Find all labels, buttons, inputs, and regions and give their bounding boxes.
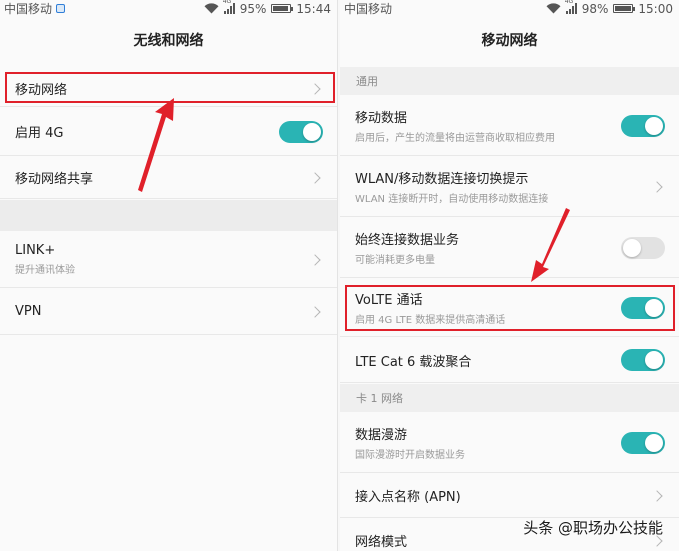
carrier-name: 中国移动 xyxy=(344,2,393,16)
item-title: 始终连接数据业务 xyxy=(355,233,460,248)
volte-call-item: VoLTE 通话 启用 4G LTE 数据来提供高清通话 xyxy=(340,279,679,337)
item-title: 移动数据 xyxy=(355,111,408,126)
wifi-icon xyxy=(546,3,561,14)
item-title: 网络模式 xyxy=(355,535,408,550)
item-title: VPN xyxy=(15,304,42,319)
item-title: 接入点名称 (APN) xyxy=(355,490,461,505)
watermark: 头条 @职场办公技能 xyxy=(523,519,663,537)
battery-icon xyxy=(613,4,636,13)
item-title: 移动网络 xyxy=(15,83,68,98)
item-subtitle: 启用 4G LTE 数据来提供高清通话 xyxy=(355,315,506,326)
mobile-data-toggle[interactable] xyxy=(621,114,665,137)
item-title: 移动网络共享 xyxy=(15,172,94,187)
right-screen: 中国移动 4G 98% 15:00 移动网络 通用 移动数据 启用后，产生的流量… xyxy=(340,0,679,551)
enable-4g-toggle[interactable] xyxy=(279,120,323,143)
status-bar: 中国移动 4G 98% 15:00 xyxy=(340,0,679,17)
link-plus-item[interactable]: LINK+ 提升通讯体验 xyxy=(0,232,337,288)
clock: 15:44 xyxy=(296,1,331,16)
battery-icon xyxy=(271,4,294,13)
section-header-card1: 卡 1 网络 xyxy=(340,384,679,412)
always-on-data-item: 始终连接数据业务 可能消耗更多电量 xyxy=(340,218,679,278)
left-screen: 中国移动 4G 95% 15:44 无线和网络 移动网络 启用 4G 移动网络共… xyxy=(0,0,338,551)
vpn-item[interactable]: VPN xyxy=(0,289,337,335)
battery-fill xyxy=(273,6,289,11)
data-roaming-toggle[interactable] xyxy=(621,431,665,454)
network-type-badge: 4G xyxy=(564,0,574,5)
chevron-right-icon xyxy=(309,171,321,184)
item-subtitle: WLAN 连接断开时，自动使用移动数据连接 xyxy=(355,194,549,205)
item-subtitle: 国际漫游时开启数据业务 xyxy=(355,450,465,461)
chevron-right-icon xyxy=(309,305,321,318)
mobile-data-item: 移动数据 启用后，产生的流量将由运营商收取相应费用 xyxy=(340,96,679,156)
volte-toggle[interactable] xyxy=(621,296,665,319)
signal-icon: 4G xyxy=(564,0,577,14)
page-title: 无线和网络 xyxy=(133,33,204,49)
status-bar: 中国移动 4G 95% 15:44 xyxy=(0,0,337,17)
item-title: 启用 4G xyxy=(15,126,64,141)
apn-item[interactable]: 接入点名称 (APN) xyxy=(340,474,679,518)
signal-icon: 4G xyxy=(222,0,235,14)
item-title: 数据漫游 xyxy=(355,428,408,443)
item-subtitle: 可能消耗更多电量 xyxy=(355,255,435,266)
item-title: WLAN/移动数据连接切换提示 xyxy=(355,172,529,187)
mobile-network-item[interactable]: 移动网络 xyxy=(0,71,337,107)
lte-cat6-item: LTE Cat 6 载波聚合 xyxy=(340,338,679,383)
section-divider xyxy=(0,200,337,231)
clock: 15:00 xyxy=(638,1,673,16)
item-title: LTE Cat 6 载波聚合 xyxy=(355,354,472,370)
chevron-right-icon xyxy=(651,180,663,193)
enable-4g-item: 启用 4G xyxy=(0,108,337,156)
wifi-icon xyxy=(204,3,219,14)
battery-percent: 98% xyxy=(581,1,609,16)
wlan-switch-prompt-item[interactable]: WLAN/移动数据连接切换提示 WLAN 连接断开时，自动使用移动数据连接 xyxy=(340,157,679,217)
section-header-general: 通用 xyxy=(340,67,679,95)
data-roaming-item: 数据漫游 国际漫游时开启数据业务 xyxy=(340,413,679,473)
network-type-badge: 4G xyxy=(222,0,232,5)
battery-percent: 95% xyxy=(239,1,267,16)
item-subtitle: 提升通讯体验 xyxy=(15,265,75,276)
item-title: LINK+ xyxy=(15,243,56,258)
carrier-name: 中国移动 xyxy=(4,2,53,16)
item-title: VoLTE 通话 xyxy=(355,293,423,308)
battery-fill xyxy=(615,6,632,11)
lte-cat6-toggle[interactable] xyxy=(621,349,665,371)
chevron-right-icon xyxy=(309,253,321,266)
always-on-data-toggle[interactable] xyxy=(621,236,665,259)
item-subtitle: 启用后，产生的流量将由运营商收取相应费用 xyxy=(355,133,555,144)
tethering-item[interactable]: 移动网络共享 xyxy=(0,157,337,199)
page-title: 移动网络 xyxy=(481,33,538,49)
chevron-right-icon xyxy=(309,82,321,95)
chevron-right-icon xyxy=(651,489,663,502)
sim-card-icon xyxy=(56,4,66,13)
